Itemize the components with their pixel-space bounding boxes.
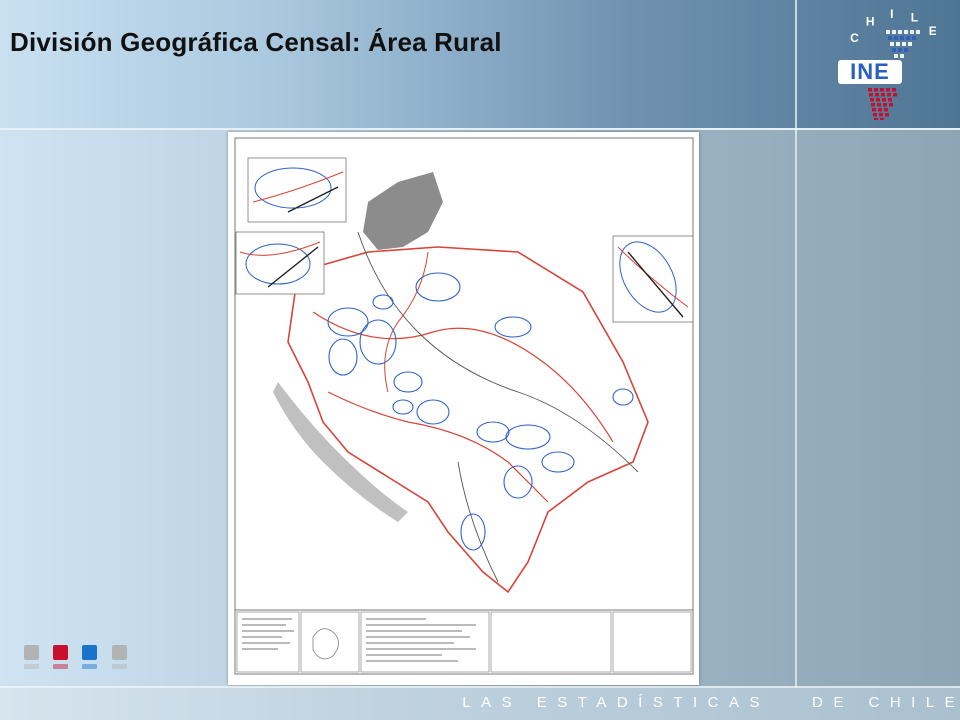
logo-arc-letter: E	[929, 24, 936, 38]
footer-tagline-left: LAS ESTADÍSTICAS	[462, 694, 770, 711]
logo-arc-letter: L	[911, 11, 918, 25]
logo-arc-letter: I	[890, 8, 893, 21]
light-gray-square	[112, 645, 127, 660]
slide: División Geográfica Censal: Área Rural C…	[0, 0, 960, 720]
logo-arc-letter: C	[850, 31, 859, 45]
footer-tagline-right: DE CHILE	[812, 694, 960, 711]
ine-logo-icon: CH I LE INE	[838, 7, 937, 122]
slide-title: División Geográfica Censal: Área Rural	[10, 27, 502, 57]
blue-square	[82, 645, 97, 660]
header-band	[0, 0, 960, 130]
gray-square	[24, 645, 39, 660]
logo-brand-text: INE	[850, 59, 890, 84]
census-map-image	[228, 132, 699, 685]
census-district-map-icon	[228, 132, 699, 685]
vertical-divider	[795, 0, 797, 720]
decorative-squares	[24, 645, 134, 675]
red-square	[53, 645, 68, 660]
ine-logo: CH I LE INE	[826, 7, 937, 122]
logo-arc-letter: H	[866, 15, 875, 29]
